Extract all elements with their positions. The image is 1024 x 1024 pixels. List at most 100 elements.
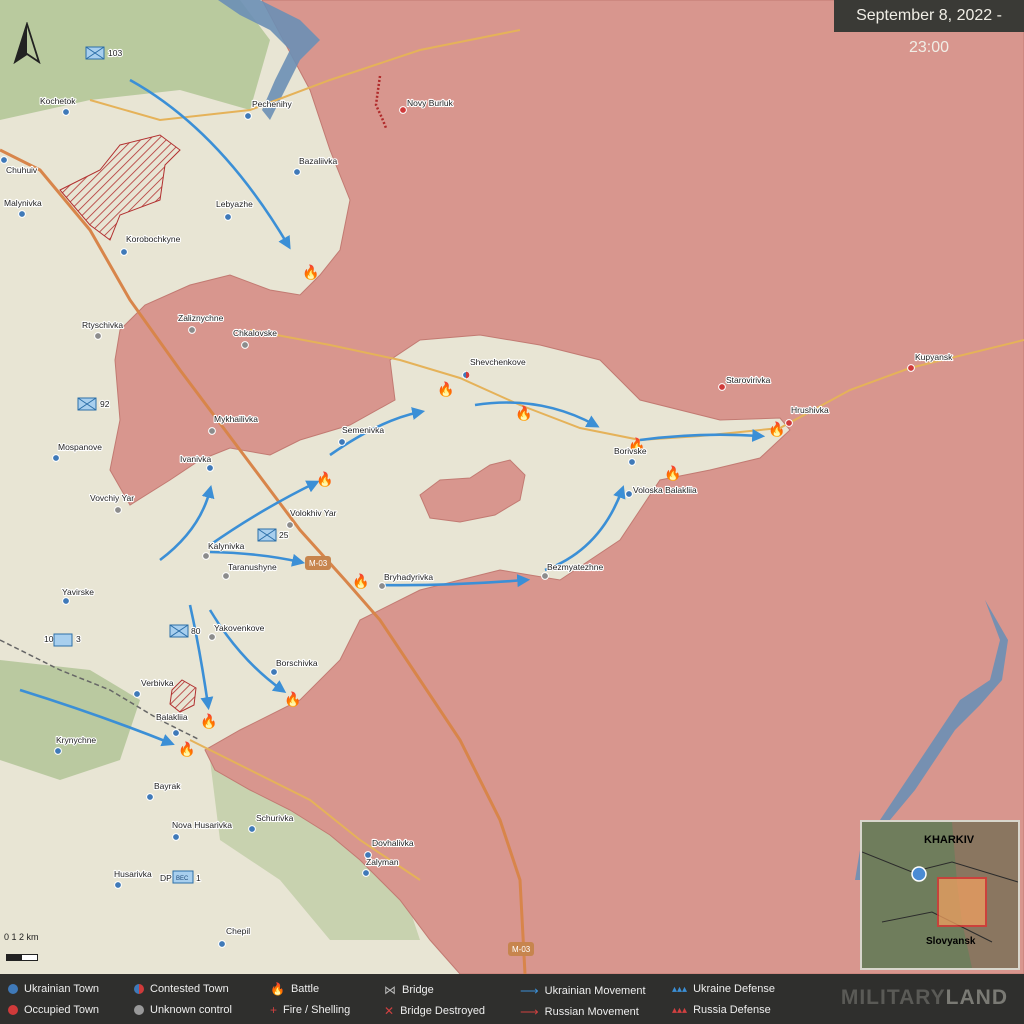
- legend: Ukrainian Town Occupied Town Contested T…: [0, 974, 1024, 1024]
- legend-item-occupied-town: Occupied Town: [8, 1004, 99, 1016]
- bridge-icon: ⋈: [384, 983, 396, 997]
- svg-text:ВЕС: ВЕС: [176, 876, 189, 882]
- ukrainian-town-dot-icon: [248, 825, 256, 833]
- ukrainian-town-dot-icon: [146, 793, 154, 801]
- svg-text:DP: DP: [160, 873, 172, 883]
- ukrainian-town-dot-icon: [18, 210, 26, 218]
- town-label: Starovirivka: [726, 375, 771, 385]
- town-label: Taranushyne: [228, 562, 277, 572]
- battle-icon: 🔥: [302, 264, 319, 281]
- town-label: Balakliia: [156, 712, 188, 722]
- crosshair-icon: +: [270, 1003, 278, 1017]
- town-label: Lebyazhe: [216, 199, 253, 209]
- ua-movement-arrow-icon: ⟶: [520, 983, 539, 998]
- town-label: Yakovenkove: [214, 623, 265, 633]
- unknown-town-dot-icon: [134, 1005, 144, 1015]
- town-label: Nova Husarivka: [172, 820, 232, 830]
- town-label: Shevchenkove: [470, 357, 526, 367]
- town-label: Chepil: [226, 926, 250, 936]
- town-label: Chkalovske: [233, 328, 277, 338]
- town-label: Pechenihy: [252, 99, 292, 109]
- battle-icon: 🔥: [664, 465, 681, 482]
- town-label: Schurivka: [256, 813, 294, 823]
- ukrainian-town-dot-icon: [52, 454, 60, 462]
- svg-text:3: 3: [76, 634, 81, 644]
- town-label: Korobochkyne: [126, 234, 181, 244]
- ukrainian-town-dot-icon: [62, 597, 70, 605]
- battle-icon: 🔥: [316, 471, 333, 488]
- inset-map: KHARKIV Slovyansk: [860, 820, 1020, 970]
- ukrainian-town-dot-icon: [244, 112, 252, 120]
- ukrainian-town-dot-icon: [270, 668, 278, 676]
- town-label: Bezmyatezhne: [547, 562, 603, 572]
- ukrainian-town-dot-icon: [625, 490, 633, 498]
- town-label: Kalynivka: [208, 541, 245, 551]
- unknown-town-dot-icon: [286, 521, 294, 529]
- unknown-town-dot-icon: [188, 326, 196, 334]
- inset-focus-box: [937, 877, 987, 927]
- battle-icon: 🔥: [178, 741, 195, 758]
- town-label: Novy Burluk: [407, 98, 454, 108]
- inset-label-kharkiv: KHARKIV: [924, 834, 975, 846]
- town-label: Volokhiv Yar: [290, 508, 337, 518]
- occupied-town-dot-icon: [718, 383, 726, 391]
- map-stage: 🔥 🔥 🔥 🔥 🔥 🔥 🔥 🔥 🔥 🔥 🔥 103 92 25 80 10 3 …: [0, 0, 1024, 1024]
- contested-town-dot-icon: [134, 984, 144, 994]
- ukrainian-town-dot-icon: [338, 438, 346, 446]
- brand-logo: MILITARYLAND: [840, 986, 1008, 1009]
- ukrainian-town-dot-icon: [133, 690, 141, 698]
- unknown-town-dot-icon: [94, 332, 102, 340]
- legend-item-contested-town: Contested Town: [134, 983, 229, 995]
- town-label: Kupyansk: [915, 352, 953, 362]
- ukrainian-town-dot-icon: [293, 168, 301, 176]
- scale-bar: [6, 954, 38, 961]
- battle-icon: 🔥: [284, 691, 301, 708]
- legend-item-battle: 🔥 Battle: [270, 982, 320, 996]
- scale-label: 0 1 2 km: [4, 932, 39, 942]
- ukrainian-town-dot-icon: [628, 458, 636, 466]
- occupied-town-dot-icon: [399, 106, 407, 114]
- svg-text:92: 92: [100, 399, 110, 409]
- svg-text:10: 10: [44, 634, 54, 644]
- north-arrow-icon: [13, 22, 41, 64]
- town-label: Bazaliivka: [299, 156, 338, 166]
- unit-marker-103: 103: [85, 46, 124, 60]
- town-label: Malynivka: [4, 198, 42, 208]
- ukrainian-town-dot-icon: [114, 881, 122, 889]
- unknown-town-dot-icon: [378, 582, 386, 590]
- legend-item-bridge: ⋈ Bridge: [384, 983, 434, 997]
- ukrainian-town-dot-icon: [172, 833, 180, 841]
- town-label: Yavirske: [62, 587, 94, 597]
- battle-icon: 🔥: [515, 405, 532, 422]
- ua-defense-line-icon: ▴▴▴: [672, 983, 688, 995]
- bridge-destroyed-icon: ✕: [384, 1004, 395, 1018]
- town-label: Dovhalivka: [372, 838, 414, 848]
- unit-marker-25: 25: [257, 528, 290, 542]
- legend-item-russian-movement: ⟶ Russian Movement: [520, 1004, 639, 1019]
- ukrainian-town-dot-icon: [120, 248, 128, 256]
- town-label: Kochetok: [40, 96, 76, 106]
- battle-icon: 🔥: [768, 421, 785, 438]
- road-label-m03: M-03: [512, 945, 531, 954]
- unknown-town-dot-icon: [208, 633, 216, 641]
- ukrainian-town-dot-icon: [218, 940, 226, 948]
- town-label: Voloska Balakliia: [633, 485, 697, 495]
- town-label: Rtyschivka: [82, 320, 123, 330]
- inset-city-marker: [911, 866, 927, 882]
- town-label: Hrushivka: [791, 405, 829, 415]
- inset-label-slovyansk: Slovyansk: [926, 936, 976, 947]
- battle-icon: 🔥: [200, 713, 217, 730]
- ukrainian-town-dot-icon: [362, 869, 370, 877]
- road-label-m03: M-03: [309, 559, 328, 568]
- ukrainian-town-dot-icon: [54, 747, 62, 755]
- unknown-town-dot-icon: [114, 506, 122, 514]
- town-label: Husarivka: [114, 869, 152, 879]
- town-label: Semenivka: [342, 425, 384, 435]
- battle-icon: 🔥: [437, 381, 454, 398]
- fire-icon: 🔥: [270, 982, 285, 996]
- legend-item-russia-defense: ▴▴▴ Russia Defense: [672, 1004, 771, 1016]
- legend-item-ukrainian-movement: ⟶ Ukrainian Movement: [520, 983, 646, 998]
- ukrainian-town-dot-icon: [206, 464, 214, 472]
- ru-movement-arrow-icon: ⟶: [520, 1004, 539, 1019]
- town-label: Zaliznychne: [178, 313, 224, 323]
